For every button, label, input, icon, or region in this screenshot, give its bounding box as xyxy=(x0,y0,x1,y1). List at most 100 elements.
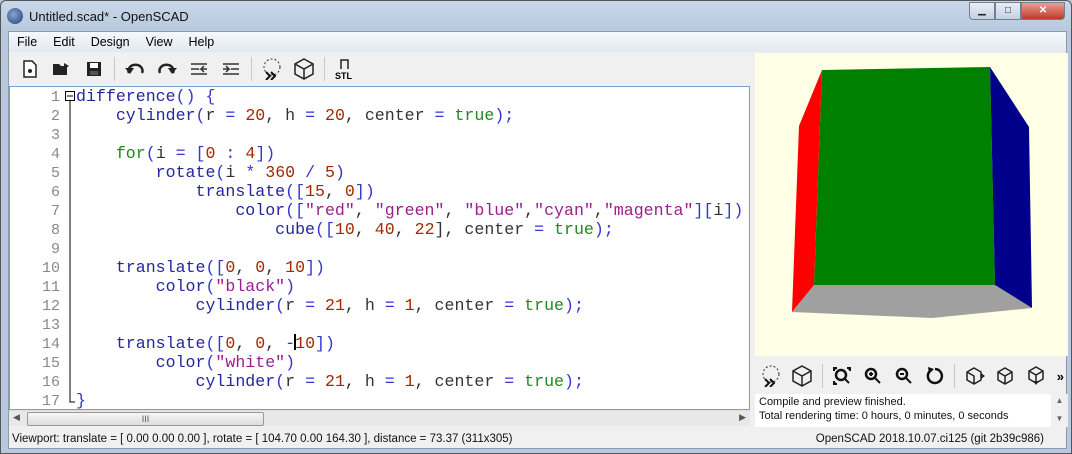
menu-design[interactable]: Design xyxy=(83,32,138,52)
code-token: ); xyxy=(564,372,584,391)
line-number: 17 xyxy=(41,393,60,410)
code-token: , xyxy=(235,258,256,277)
code-text[interactable]: difference() { cylinder(r = 20, h = 20, … xyxy=(76,87,743,410)
new-file-icon[interactable] xyxy=(15,56,45,82)
code-token: r xyxy=(285,372,296,391)
preview-icon[interactable] xyxy=(257,56,287,82)
code-token: 21 xyxy=(324,372,345,391)
code-line[interactable]: color(["red", "green", "blue","cyan","ma… xyxy=(76,201,743,220)
code-token: ][ xyxy=(693,201,714,220)
code-line[interactable]: for(i = [0 : 4]) xyxy=(76,144,743,163)
open-file-icon[interactable] xyxy=(47,56,77,82)
horizontal-scrollbar[interactable]: ◀ III ▶ xyxy=(9,410,750,426)
view-all-icon[interactable] xyxy=(828,362,857,390)
scroll-left-arrow-icon[interactable]: ◀ xyxy=(13,412,20,423)
render-icon[interactable] xyxy=(788,362,817,390)
line-number: 15 xyxy=(41,355,60,372)
indent-icon[interactable] xyxy=(216,56,246,82)
code-line[interactable]: cylinder(r = 21, h = 1, center = true); xyxy=(76,372,743,391)
main-toolbar: STL xyxy=(9,53,754,85)
menu-edit[interactable]: Edit xyxy=(45,32,83,52)
maximize-button[interactable]: □ xyxy=(995,2,1021,20)
more-tools-button[interactable]: » xyxy=(1053,362,1068,390)
code-token: ( xyxy=(145,144,156,163)
code-line[interactable]: cylinder(r = 21, h = 1, center = true); xyxy=(76,296,743,315)
code-token: , xyxy=(444,201,465,220)
menu-view[interactable]: View xyxy=(138,32,181,52)
cube-bottom-face xyxy=(792,285,1032,318)
code-token: 360 xyxy=(265,163,296,182)
code-line[interactable]: difference() { xyxy=(76,87,743,106)
code-token: ); xyxy=(564,296,584,315)
line-number: 4 xyxy=(50,146,60,163)
code-token: = xyxy=(504,372,525,391)
code-token: 0 xyxy=(225,334,236,353)
code-line[interactable] xyxy=(76,125,743,144)
code-editor[interactable]: 1 2 3 4 5 6 7 8 9 10 11 12 13 14 15 16 17 difference() {… xyxy=(9,86,750,410)
line-number: 3 xyxy=(50,127,60,144)
title-bar: Untitled.scad* - OpenSCAD xyxy=(7,5,189,27)
console-scrollbar[interactable]: ▲ ▼ xyxy=(1051,394,1068,427)
code-token: rotate xyxy=(76,163,216,182)
code-token: * xyxy=(235,163,266,182)
code-line[interactable]: rotate(i * 360 / 5) xyxy=(76,163,743,182)
preview-icon[interactable] xyxy=(757,362,786,390)
code-line[interactable]: translate([0, 0, 10]) xyxy=(76,258,743,277)
line-number: 10 xyxy=(41,260,60,277)
code-token: 0 xyxy=(255,334,266,353)
code-line[interactable]: color("black") xyxy=(76,277,743,296)
view-top-icon[interactable] xyxy=(991,362,1020,390)
code-line[interactable]: translate([0, 0, -10]) xyxy=(76,334,743,353)
code-token: "blue" xyxy=(464,201,525,220)
export-stl-button[interactable]: STL xyxy=(330,56,360,82)
code-token: 10 xyxy=(295,334,316,353)
code-token: , xyxy=(344,296,365,315)
zoom-in-icon[interactable] xyxy=(859,362,888,390)
code-token: cylinder xyxy=(76,372,276,391)
code-token: , xyxy=(344,372,365,391)
reset-view-icon[interactable] xyxy=(920,362,949,390)
line-number: 13 xyxy=(41,317,60,334)
zoom-out-icon[interactable] xyxy=(889,362,918,390)
code-token: ([ xyxy=(205,334,226,353)
line-number: 2 xyxy=(50,108,60,125)
code-token: 0 xyxy=(344,182,355,201)
code-token: true xyxy=(524,372,565,391)
code-line[interactable] xyxy=(76,315,743,334)
code-token: cube xyxy=(76,220,315,239)
render-icon[interactable] xyxy=(289,56,319,82)
window-title: Untitled.scad* - OpenSCAD xyxy=(29,8,189,24)
scroll-right-arrow-icon[interactable]: ▶ xyxy=(739,412,746,423)
scrollbar-thumb[interactable]: III xyxy=(27,412,264,426)
app-window: Untitled.scad* - OpenSCAD ▁ □ ✕ File Edi… xyxy=(0,0,1072,454)
code-line[interactable]: cylinder(r = 20, h = 20, center = true); xyxy=(76,106,743,125)
close-button[interactable]: ✕ xyxy=(1021,2,1065,20)
undo-icon[interactable] xyxy=(120,56,150,82)
code-line[interactable] xyxy=(76,239,743,258)
code-token: color xyxy=(76,277,206,296)
scroll-down-arrow-icon[interactable]: ▼ xyxy=(1051,412,1068,426)
code-token: , xyxy=(324,182,345,201)
menu-help[interactable]: Help xyxy=(181,32,223,52)
code-token: ( xyxy=(195,106,206,125)
code-token: = xyxy=(374,296,405,315)
view-bottom-icon[interactable] xyxy=(1022,362,1051,390)
code-token: "magenta" xyxy=(603,201,694,220)
unindent-icon[interactable] xyxy=(184,56,214,82)
code-token: ( xyxy=(205,277,216,296)
code-token: difference xyxy=(76,87,176,106)
code-token: } xyxy=(76,391,86,410)
code-line[interactable]: } xyxy=(76,391,743,410)
code-token: 20 xyxy=(325,106,345,125)
view-right-icon[interactable] xyxy=(960,362,989,390)
code-line[interactable]: cube([10, 40, 22], center = true); xyxy=(76,220,743,239)
redo-icon[interactable] xyxy=(152,56,182,82)
code-line[interactable]: color("white") xyxy=(76,353,743,372)
scroll-up-arrow-icon[interactable]: ▲ xyxy=(1051,394,1068,408)
save-icon[interactable] xyxy=(79,56,109,82)
3d-viewport[interactable] xyxy=(755,53,1068,356)
code-line[interactable]: translate([15, 0]) xyxy=(76,182,743,201)
code-token: ) xyxy=(285,353,296,372)
menu-file[interactable]: File xyxy=(9,32,45,52)
minimize-button[interactable]: ▁ xyxy=(969,2,995,20)
